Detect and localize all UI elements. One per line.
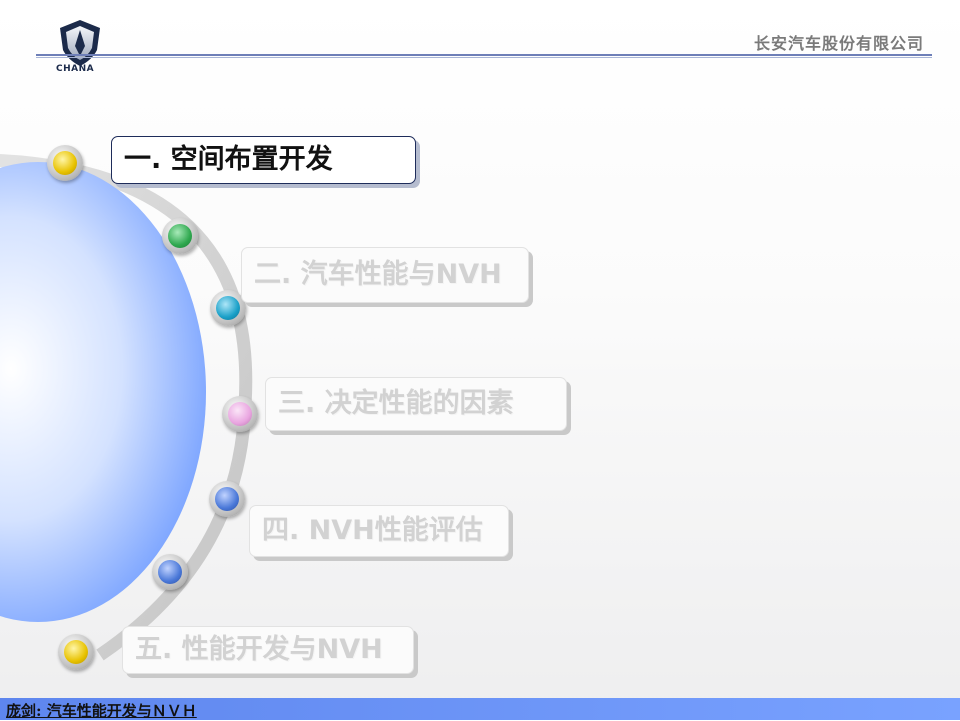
menu-item-performance-nvh[interactable]: 二. 汽车性能与NVH — [241, 247, 529, 303]
menu-item-label: 二. 汽车性能与NVH — [254, 259, 502, 290]
menu-item-label: 一. 空间布置开发 — [124, 144, 333, 175]
bullet-dot-yellow — [47, 145, 83, 181]
footer-bar: 庞剑: 汽车性能开发与ＮＶＨ — [0, 698, 960, 720]
menu-item-label: 五. 性能开发与NVH — [135, 634, 383, 665]
background-decoration — [0, 154, 253, 661]
menu-item-nvh-evaluation[interactable]: 四. NVH性能评估 — [249, 505, 509, 557]
bullet-dot-blue — [209, 481, 245, 517]
bullet-dot-blue — [152, 554, 188, 590]
footer-text: 庞剑: 汽车性能开发与ＮＶＨ — [6, 702, 197, 720]
bullet-dot-pink — [222, 396, 258, 432]
bullet-dot-green — [162, 218, 198, 254]
menu-item-layout-development[interactable]: 一. 空间布置开发 — [111, 136, 416, 184]
menu-item-development-nvh[interactable]: 五. 性能开发与NVH — [122, 626, 414, 674]
menu-item-label: 四. NVH性能评估 — [262, 515, 483, 546]
menu-item-label: 三. 决定性能的因素 — [278, 388, 514, 419]
bullet-dot-yellow — [58, 634, 94, 670]
menu-item-performance-factors[interactable]: 三. 决定性能的因素 — [265, 377, 567, 431]
